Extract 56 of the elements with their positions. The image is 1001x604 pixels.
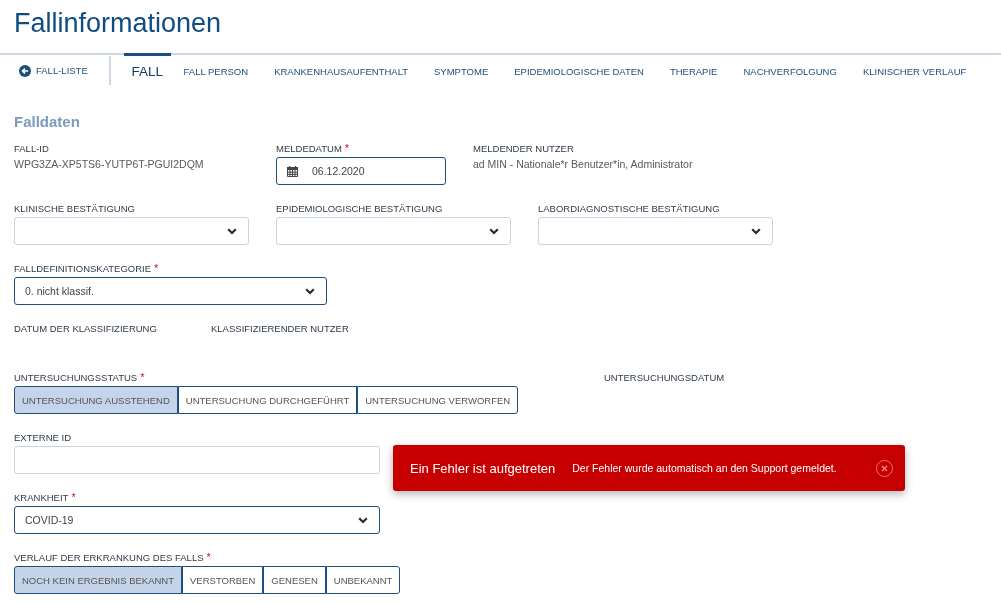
field-label: KLASSIFIZIERENDER NUTZER xyxy=(211,322,349,334)
field-label: KLINISCHE BESTÄTIGUNG xyxy=(14,202,135,214)
field-label: FALL-ID xyxy=(14,142,49,154)
select-field[interactable] xyxy=(276,217,511,245)
select-field[interactable]: COVID-19 xyxy=(14,506,380,534)
field-value: ad MIN - Nationale*r Benutzer*in, Administrator xyxy=(473,157,693,172)
required-mark: * xyxy=(154,262,159,274)
select-field[interactable] xyxy=(14,217,249,245)
section-title: Falldaten xyxy=(14,112,80,132)
field-label: EPIDEMIOLOGISCHE BESTÄTIGUNG xyxy=(276,202,443,214)
page-title: Fallinformationen xyxy=(14,7,222,40)
chevron-down-icon xyxy=(305,287,315,295)
field-label: DATUM DER KLASSIFIZIERUNG xyxy=(14,322,157,334)
tab[interactable]: FALL PERSON xyxy=(170,53,262,86)
tab[interactable]: NACHVERFOLGUNG xyxy=(730,53,850,86)
toast-message: Der Fehler wurde automatisch an den Support gemeldet. xyxy=(572,462,837,474)
toggle-option[interactable]: UNTERSUCHUNG AUSSTEHEND xyxy=(14,386,178,414)
toggle-option[interactable]: UNTERSUCHUNG VERWORFEN xyxy=(357,386,519,414)
field-value: WPG3ZA-XP5TS6-YUTP6T-PGUI2DQM xyxy=(14,157,204,172)
tab[interactable]: KLINISCHER VERLAUF xyxy=(849,53,980,86)
select-field[interactable]: 0. nicht klassif. xyxy=(14,277,327,305)
field-label: KRANKHEIT xyxy=(14,491,69,503)
toggle-option[interactable]: UNBEKANNT xyxy=(325,566,401,594)
date-field[interactable]: 06.12.2020 xyxy=(276,157,446,185)
toggle-option[interactable]: GENESEN xyxy=(263,566,326,594)
tab[interactable]: FALL xyxy=(124,53,171,86)
chevron-down-icon xyxy=(751,227,761,235)
toast-title: Ein Fehler ist aufgetreten xyxy=(410,460,556,476)
toggle-option[interactable]: VERSTORBEN xyxy=(182,566,264,594)
required-mark: * xyxy=(140,371,145,383)
chevron-down-icon xyxy=(227,227,237,235)
required-mark: * xyxy=(344,142,350,154)
tab[interactable]: EPIDEMIOLOGISCHE DATEN xyxy=(501,53,657,86)
chevron-down-icon xyxy=(358,516,368,524)
back-arrow-icon xyxy=(19,64,31,77)
calendar-icon xyxy=(287,165,298,177)
field-label: EXTERNE ID xyxy=(14,431,71,443)
field-label: UNTERSUCHUNGSSTATUS xyxy=(14,371,138,383)
select-field[interactable] xyxy=(538,217,773,245)
field-label: VERLAUF DER ERKRANKUNG DES FALLS xyxy=(14,551,204,563)
field-label: MELDEDATUM xyxy=(276,142,342,154)
field-label: MELDENDER NUTZER xyxy=(473,142,574,154)
toggle-option[interactable]: UNTERSUCHUNG DURCHGEFÜHRT xyxy=(177,386,358,414)
input-field[interactable] xyxy=(14,446,380,474)
required-mark: * xyxy=(71,491,76,503)
tab[interactable]: SYMPTOME xyxy=(421,53,502,86)
tab[interactable]: KRANKENHAUSAUFENTHALT xyxy=(261,53,422,86)
back-link[interactable]: FALL-LISTE xyxy=(19,62,88,79)
field-label: FALLDEFINITIONSKATEGORIE xyxy=(14,262,152,274)
tab[interactable]: THERAPIE xyxy=(656,53,731,86)
toggle-option[interactable]: NOCH KEIN ERGEBNIS BEKANNT xyxy=(14,566,183,594)
field-label: LABORDIAGNOSTISCHE BESTÄTIGUNG xyxy=(538,202,720,214)
field-label: UNTERSUCHUNGSDATUM xyxy=(604,371,725,383)
required-mark: * xyxy=(206,551,211,563)
close-icon[interactable] xyxy=(876,459,893,477)
chevron-down-icon xyxy=(489,227,499,235)
